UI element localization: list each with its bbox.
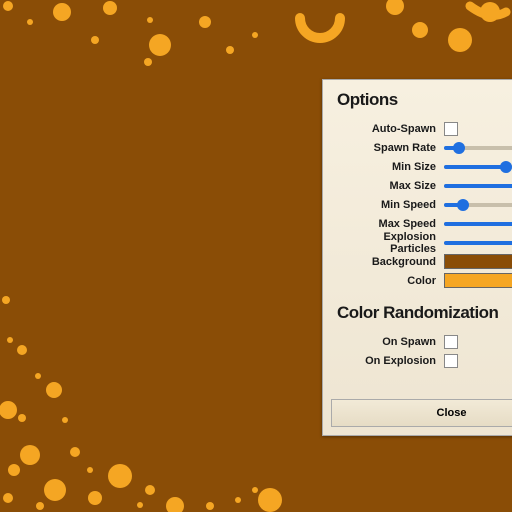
label-max-size: Max Size	[335, 180, 444, 192]
randomization-title: Color Randomization	[337, 303, 512, 323]
row-background: Background	[335, 253, 512, 270]
stage: Options Auto-Spawn Spawn Rate Min Size M…	[0, 0, 512, 512]
label-on-explosion: On Explosion	[335, 355, 444, 367]
options-title: Options	[337, 90, 512, 110]
row-min-speed: Min Speed	[335, 196, 512, 213]
options-panel: Options Auto-Spawn Spawn Rate Min Size M…	[322, 79, 512, 436]
label-on-spawn: On Spawn	[335, 336, 444, 348]
slider-max-speed[interactable]	[444, 217, 512, 231]
row-color: Color	[335, 272, 512, 289]
label-spawn-rate: Spawn Rate	[335, 142, 444, 154]
row-spawn-rate: Spawn Rate	[335, 139, 512, 156]
checkbox-auto-spawn[interactable]	[444, 122, 458, 136]
swatch-color[interactable]	[444, 273, 512, 288]
label-background: Background	[335, 256, 444, 268]
row-min-size: Min Size	[335, 158, 512, 175]
row-on-spawn: On Spawn	[335, 333, 512, 350]
label-min-size: Min Size	[335, 161, 444, 173]
row-max-size: Max Size	[335, 177, 512, 194]
slider-min-speed[interactable]	[444, 198, 512, 212]
row-max-speed: Max Speed	[335, 215, 512, 232]
row-auto-spawn: Auto-Spawn	[335, 120, 512, 137]
label-max-speed: Max Speed	[335, 218, 444, 230]
slider-min-size[interactable]	[444, 160, 512, 174]
checkbox-on-spawn[interactable]	[444, 335, 458, 349]
slider-spawn-rate[interactable]	[444, 141, 512, 155]
swatch-background[interactable]	[444, 254, 512, 269]
checkbox-on-explosion[interactable]	[444, 354, 458, 368]
slider-max-size[interactable]	[444, 179, 512, 193]
row-explosion-particles: Explosion Particles	[335, 234, 512, 251]
label-min-speed: Min Speed	[335, 199, 444, 211]
label-auto-spawn: Auto-Spawn	[335, 123, 444, 135]
label-explosion-particles: Explosion Particles	[335, 231, 444, 255]
row-on-explosion: On Explosion	[335, 352, 512, 369]
slider-explosion-particles[interactable]	[444, 236, 512, 250]
label-color: Color	[335, 275, 444, 287]
close-button[interactable]: Close	[331, 399, 512, 427]
